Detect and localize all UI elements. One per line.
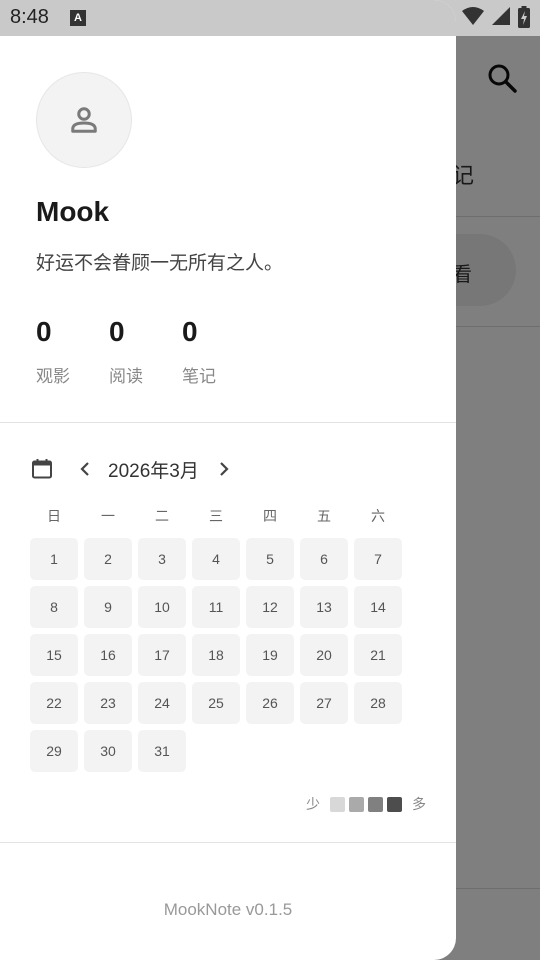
stat-value: 0 — [109, 316, 125, 347]
calendar-day[interactable]: 29 — [30, 730, 78, 772]
stat-reading[interactable]: 0 阅读 — [109, 316, 179, 387]
previous-month-button[interactable] — [74, 458, 96, 480]
calendar-day[interactable]: 24 — [138, 682, 186, 724]
legend-more-label: 多 — [412, 797, 426, 813]
wifi-icon — [462, 7, 484, 25]
person-icon — [71, 107, 97, 133]
legend-swatch — [330, 796, 345, 812]
calendar-day[interactable]: 22 — [30, 682, 78, 724]
legend-swatch — [349, 796, 364, 812]
calendar-day[interactable]: 7 — [354, 538, 402, 580]
calendar-day[interactable]: 14 — [354, 586, 402, 628]
legend-swatch — [387, 796, 402, 812]
chevron-right-icon — [220, 462, 229, 476]
next-month-button[interactable] — [213, 458, 235, 480]
calendar-day[interactable]: 21 — [354, 634, 402, 676]
user-motto: 好运不会眷顾一无所有之人。 — [36, 252, 284, 274]
stat-movies[interactable]: 0 观影 — [36, 316, 106, 387]
calendar-icon — [32, 459, 52, 479]
drawer-status-bar-area: 8:48 A — [0, 0, 456, 36]
calendar-day[interactable]: 23 — [84, 682, 132, 724]
legend-swatch — [368, 796, 383, 812]
calendar-day[interactable]: 20 — [300, 634, 348, 676]
calendar-month-label: 2026年3月 — [108, 460, 199, 482]
stat-notes[interactable]: 0 笔记 — [182, 316, 252, 387]
weekday-label: 六 — [371, 509, 385, 525]
calendar-day[interactable]: 27 — [300, 682, 348, 724]
calendar-day[interactable]: 30 — [84, 730, 132, 772]
calendar-day[interactable]: 5 — [246, 538, 294, 580]
status-icons — [462, 6, 530, 28]
notification-icon: A — [70, 10, 86, 26]
calendar-day[interactable]: 17 — [138, 634, 186, 676]
stat-value: 0 — [36, 316, 52, 347]
chevron-left-icon — [80, 462, 89, 476]
calendar-day[interactable]: 2 — [84, 538, 132, 580]
signal-icon — [492, 7, 510, 25]
battery-icon — [518, 6, 530, 28]
weekday-label: 三 — [209, 509, 223, 525]
status-time: 8:48 — [10, 6, 49, 28]
weekday-label: 五 — [317, 509, 331, 525]
section-divider — [0, 842, 456, 843]
user-name: Mook — [36, 196, 110, 227]
calendar-day[interactable]: 19 — [246, 634, 294, 676]
weekday-label: 日 — [47, 509, 61, 525]
calendar-day[interactable]: 13 — [300, 586, 348, 628]
legend-swatches — [330, 796, 402, 812]
calendar-day[interactable]: 26 — [246, 682, 294, 724]
calendar-day[interactable]: 3 — [138, 538, 186, 580]
calendar-day[interactable]: 25 — [192, 682, 240, 724]
stat-label: 笔记 — [182, 367, 216, 387]
app-version: MookNote v0.1.5 — [163, 900, 293, 919]
calendar-day[interactable]: 8 — [30, 586, 78, 628]
calendar-day[interactable]: 11 — [192, 586, 240, 628]
calendar-day[interactable]: 15 — [30, 634, 78, 676]
weekday-label: 四 — [263, 509, 277, 525]
stat-label: 阅读 — [109, 367, 143, 387]
calendar-day[interactable]: 31 — [138, 730, 186, 772]
calendar-days-grid: 1 2 3 4 5 6 7 8 9 10 11 12 13 14 15 16 17 18 19 20 21 22 23 24 2… — [30, 538, 410, 772]
stat-value: 0 — [182, 316, 198, 347]
calendar-day[interactable]: 16 — [84, 634, 132, 676]
calendar-day[interactable]: 12 — [246, 586, 294, 628]
avatar[interactable] — [36, 72, 132, 168]
stat-label: 观影 — [36, 367, 70, 387]
calendar-day[interactable]: 4 — [192, 538, 240, 580]
calendar-day[interactable]: 1 — [30, 538, 78, 580]
calendar-header: 2026年3月 — [30, 454, 235, 484]
section-divider — [0, 422, 456, 423]
calendar-day[interactable]: 9 — [84, 586, 132, 628]
navigation-drawer: 8:48 A Mook 好运不会眷顾一无所有之人。 0 观影 0 阅读 0 笔记… — [0, 0, 456, 960]
calendar-day[interactable]: 10 — [138, 586, 186, 628]
calendar-day[interactable]: 6 — [300, 538, 348, 580]
weekday-label: 二 — [155, 509, 169, 525]
calendar-weekdays: 日一二三四五六 — [30, 506, 408, 526]
legend-less-label: 少 — [306, 797, 320, 813]
weekday-label: 一 — [101, 509, 115, 525]
calendar-day[interactable]: 18 — [192, 634, 240, 676]
activity-legend: 少 多 — [306, 794, 426, 814]
calendar-day[interactable]: 28 — [354, 682, 402, 724]
